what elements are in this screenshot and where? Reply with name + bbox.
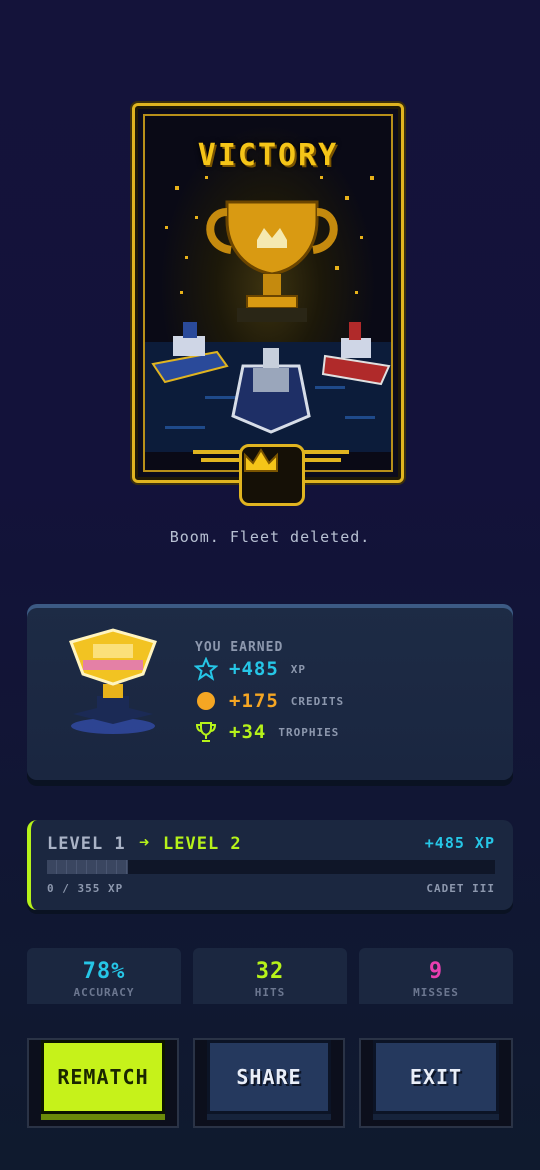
level-xp-gain: +485 XP [424,834,495,852]
level-to: LEVEL 2 [163,834,242,854]
level-rank: CADET III [426,882,495,895]
exit-button[interactable]: EXIT [373,1040,499,1114]
victory-tagline: Boom. Fleet deleted. [169,528,371,546]
level-current-xp: 0 / 355 XP [47,882,124,895]
stat-hits-label: HITS [254,986,286,999]
star-icon [193,656,219,682]
victory-art: VICTORY [143,114,393,472]
victory-title: VICTORY [197,138,339,173]
exit-button-frame: EXIT [359,1038,513,1128]
reward-trophies-value: +34 [229,721,267,743]
victory-card: VICTORY [132,103,404,506]
crown-icon [244,448,278,472]
rematch-button[interactable]: REMATCH [41,1040,165,1114]
rewards-panel: YOU EARNED +485 XP +175 CREDITS +34 TROP… [27,604,513,780]
level-from: LEVEL 1 [47,834,126,854]
reward-trophies-unit: TROPHIES [278,725,340,739]
trophy-art [206,200,338,322]
rewards-heading: YOU EARNED [195,640,284,655]
reward-xp-unit: XP [290,662,307,676]
stat-misses-value: 9 [428,959,444,984]
level-progress-fill [47,860,128,874]
arrow-right-icon: ➜ [139,833,150,853]
stat-misses-label: MISSES [413,986,459,999]
level-progress-panel: LEVEL 1 ➜ LEVEL 2 +485 XP 0 / 355 XP CAD… [27,820,513,910]
stat-hits: 32 HITS [193,948,347,1004]
reward-credits: +175 CREDITS [193,688,344,714]
stat-accuracy-value: 78% [82,959,126,984]
rematch-button-frame: REMATCH [27,1038,179,1128]
reward-trophies: +34 TROPHIES [193,719,339,745]
crown-emblem [239,444,305,506]
stat-accuracy-label: ACCURACY [73,986,135,999]
stat-accuracy: 78% ACCURACY [27,948,181,1004]
stat-misses: 9 MISSES [359,948,513,1004]
share-button-frame: SHARE [193,1038,345,1128]
stat-hits-value: 32 [255,959,285,984]
reward-xp: +485 XP [193,656,306,682]
share-button[interactable]: SHARE [207,1040,331,1114]
reward-xp-value: +485 [229,658,279,680]
reward-trophy-icon [63,626,163,740]
reward-credits-unit: CREDITS [290,694,345,708]
level-progress-bar [47,860,495,874]
trophy-icon [193,719,219,745]
coin-icon [193,688,219,714]
reward-credits-value: +175 [229,690,279,712]
